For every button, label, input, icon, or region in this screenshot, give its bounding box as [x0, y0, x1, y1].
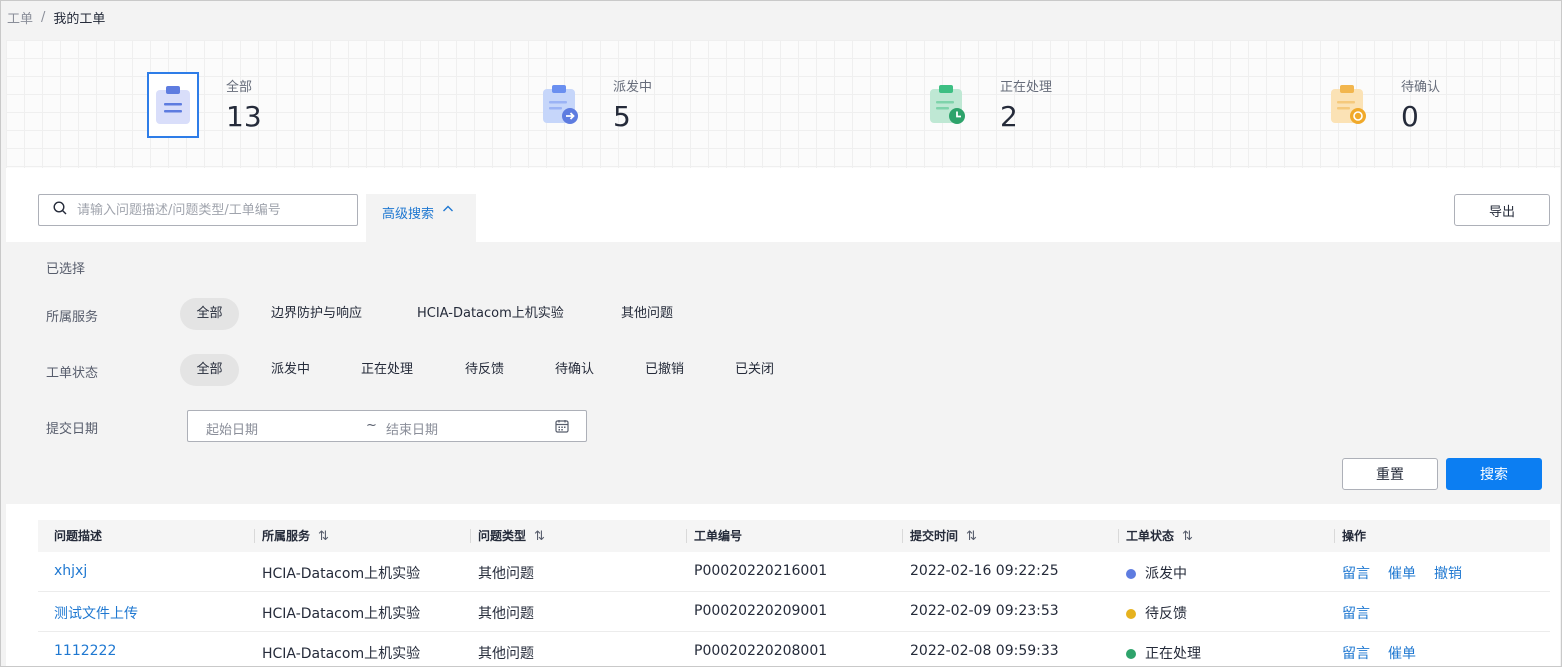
selected-filters-label: 已选择	[46, 262, 86, 277]
ticket-id: P00020220216001	[694, 563, 828, 579]
ticket-actions: 留言 催单	[1342, 643, 1434, 663]
advanced-search-label: 高级搜索	[382, 207, 435, 222]
clipboard-clock-icon	[921, 72, 973, 138]
ticket-type: 其他问题	[478, 646, 534, 662]
status-chip-closed[interactable]: 已关闭	[735, 354, 774, 386]
table-row: 1112222 HCIA-Datacom上机实验 其他问题 P000202202…	[38, 632, 1550, 667]
urge-action-link[interactable]: 催单	[1388, 646, 1416, 662]
sort-icon[interactable]: ⇅	[318, 529, 329, 544]
ticket-title-link[interactable]: 1112222	[54, 643, 116, 659]
service-chip-other[interactable]: 其他问题	[621, 298, 673, 330]
column-header-service: 所属服务 ⇅	[262, 529, 329, 544]
sort-icon[interactable]: ⇅	[966, 529, 977, 544]
status-chip-dispatching[interactable]: 派发中	[271, 354, 310, 386]
search-input[interactable]	[77, 202, 337, 218]
status-dot-icon	[1126, 609, 1136, 619]
export-button[interactable]: 导出	[1454, 194, 1550, 226]
ticket-id: P00020220209001	[694, 603, 828, 619]
column-header-type: 问题类型 ⇅	[478, 529, 545, 544]
message-action-link[interactable]: 留言	[1342, 566, 1370, 582]
search-field[interactable]	[38, 194, 358, 226]
revoke-action-link[interactable]: 撤销	[1434, 566, 1462, 582]
breadcrumb: 工单 / 我的工单	[7, 8, 105, 27]
column-header-id: 工单编号	[694, 529, 743, 543]
reset-button[interactable]: 重置	[1342, 458, 1438, 490]
status-chip-revoked[interactable]: 已撤销	[645, 354, 684, 386]
status-filter-label: 工单状态	[46, 366, 99, 381]
ticket-type: 其他问题	[478, 606, 534, 622]
stat-value: 0	[1401, 100, 1419, 133]
stat-card-pending-confirm[interactable]: 待确认 0	[1322, 72, 1440, 138]
chevron-up-icon	[442, 203, 454, 219]
clipboard-list-icon	[147, 72, 199, 138]
date-range-picker[interactable]: 起始日期 ~ 结束日期	[187, 410, 587, 442]
ticket-service: HCIA-Datacom上机实验	[262, 646, 421, 662]
status-dot-icon	[1126, 569, 1136, 579]
stat-card-processing[interactable]: 正在处理 2	[921, 72, 1052, 138]
service-chip-all[interactable]: 全部	[180, 298, 239, 330]
stat-label: 派发中	[613, 80, 653, 95]
breadcrumb-root-link[interactable]: 工单	[7, 8, 33, 27]
ticket-service: HCIA-Datacom上机实验	[262, 566, 421, 582]
table-row: 测试文件上传 HCIA-Datacom上机实验 其他问题 P0002022020…	[38, 592, 1550, 632]
urge-action-link[interactable]: 催单	[1388, 566, 1416, 582]
ticket-type: 其他问题	[478, 566, 534, 582]
stat-label: 正在处理	[1000, 80, 1053, 95]
search-icon	[53, 201, 67, 219]
ticket-status: 正在处理	[1126, 643, 1201, 663]
message-action-link[interactable]: 留言	[1342, 606, 1370, 622]
column-header-actions: 操作	[1342, 529, 1367, 543]
status-chip-feedback[interactable]: 待反馈	[465, 354, 504, 386]
service-filter-label: 所属服务	[46, 310, 99, 325]
stat-value: 2	[1000, 100, 1018, 133]
column-header-title: 问题描述	[54, 529, 103, 543]
breadcrumb-separator: /	[41, 10, 46, 25]
status-dot-icon	[1126, 649, 1136, 659]
service-chip-boundary[interactable]: 边界防护与响应	[271, 298, 362, 330]
ticket-time: 2022-02-08 09:59:33	[910, 643, 1059, 659]
message-action-link[interactable]: 留言	[1342, 646, 1370, 662]
status-chip-processing[interactable]: 正在处理	[361, 354, 413, 386]
ticket-id: P00020220208001	[694, 643, 828, 659]
column-header-status: 工单状态 ⇅	[1126, 529, 1193, 544]
search-button[interactable]: 搜索	[1446, 458, 1542, 490]
sort-icon[interactable]: ⇅	[1182, 529, 1193, 544]
ticket-service: HCIA-Datacom上机实验	[262, 606, 421, 622]
sort-icon[interactable]: ⇅	[534, 529, 545, 544]
column-header-time: 提交时间 ⇅	[910, 529, 977, 544]
date-range-separator: ~	[366, 418, 377, 433]
advanced-search-toggle[interactable]: 高级搜索	[366, 194, 476, 242]
status-chip-confirm[interactable]: 待确认	[555, 354, 594, 386]
stat-value: 5	[613, 100, 631, 133]
calendar-icon[interactable]	[555, 419, 569, 437]
service-chip-hcia[interactable]: HCIA-Datacom上机实验	[417, 298, 564, 330]
ticket-status: 待反馈	[1126, 603, 1187, 623]
clipboard-confirm-icon	[1322, 72, 1374, 138]
start-date-input[interactable]: 起始日期	[206, 419, 258, 438]
date-filter-label: 提交日期	[46, 422, 99, 437]
stat-value: 13	[226, 100, 262, 133]
table-header: 问题描述 所属服务 ⇅ 问题类型 ⇅ 工单编号 提交时间 ⇅ 工单状态 ⇅ 操作	[38, 520, 1550, 552]
stat-label: 全部	[226, 80, 253, 95]
status-chip-all[interactable]: 全部	[180, 354, 239, 386]
end-date-input[interactable]: 结束日期	[386, 419, 438, 438]
ticket-title-link[interactable]: xhjxj	[54, 563, 87, 579]
table-row: xhjxj HCIA-Datacom上机实验 其他问题 P00020220216…	[38, 552, 1550, 592]
ticket-actions: 留言	[1342, 603, 1388, 623]
ticket-status: 派发中	[1126, 563, 1187, 583]
stat-card-all[interactable]: 全部 13	[147, 72, 262, 138]
ticket-title-link[interactable]: 测试文件上传	[54, 603, 138, 623]
stat-label: 待确认	[1401, 80, 1441, 95]
breadcrumb-current: 我的工单	[53, 12, 106, 27]
ticket-time: 2022-02-09 09:23:53	[910, 603, 1059, 619]
ticket-actions: 留言 催单 撤销	[1342, 563, 1480, 583]
clipboard-forward-icon	[534, 72, 586, 138]
stat-card-dispatching[interactable]: 派发中 5	[534, 72, 652, 138]
ticket-time: 2022-02-16 09:22:25	[910, 563, 1059, 579]
stats-banner: 全部 13 派发中 5 正在处理 2 待确认 0	[6, 40, 1560, 168]
